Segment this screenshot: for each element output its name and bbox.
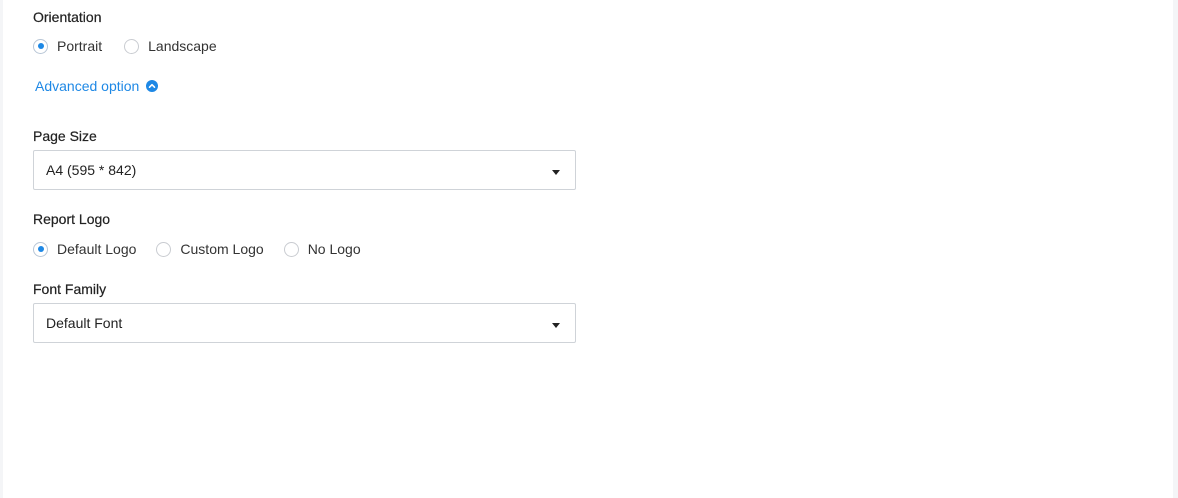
landscape-radio[interactable] — [124, 38, 140, 54]
custom-logo-option[interactable]: Custom Logo — [156, 241, 264, 257]
report-logo-radio-group: Default Logo Custom Logo No Logo — [33, 241, 381, 257]
orientation-portrait-option[interactable]: Portrait — [33, 38, 102, 54]
orientation-radio-group: Portrait Landscape — [33, 38, 237, 54]
advanced-option-toggle[interactable]: Advanced option — [35, 78, 159, 94]
page-size-value: A4 (595 * 842) — [46, 162, 137, 178]
font-family-select[interactable]: Default Font — [33, 303, 576, 343]
font-family-value: Default Font — [46, 315, 123, 331]
chevron-up-circle-icon — [146, 80, 159, 92]
no-logo-radio[interactable] — [283, 241, 299, 257]
page-size-select[interactable]: A4 (595 * 842) — [33, 150, 576, 190]
orientation-label: Orientation — [33, 9, 102, 25]
page-size-label: Page Size — [33, 128, 97, 144]
portrait-radio[interactable] — [33, 38, 48, 54]
advanced-option-label: Advanced option — [35, 78, 140, 94]
caret-down-icon — [552, 323, 560, 328]
default-logo-label: Default Logo — [57, 241, 137, 257]
report-logo-label: Report Logo — [33, 211, 111, 227]
default-logo-option[interactable]: Default Logo — [33, 241, 136, 257]
caret-down-icon — [552, 170, 560, 175]
report-settings-panel: Orientation Portrait Landscape Advanced … — [3, 0, 1173, 498]
custom-logo-radio[interactable] — [156, 241, 172, 257]
no-logo-option[interactable]: No Logo — [283, 241, 361, 257]
font-family-label: Font Family — [33, 281, 107, 297]
landscape-label: Landscape — [148, 38, 217, 54]
no-logo-label: No Logo — [307, 241, 361, 257]
custom-logo-label: Custom Logo — [180, 241, 264, 257]
portrait-label: Portrait — [57, 38, 103, 54]
orientation-landscape-option[interactable]: Landscape — [124, 38, 217, 54]
default-logo-radio[interactable] — [33, 241, 48, 257]
